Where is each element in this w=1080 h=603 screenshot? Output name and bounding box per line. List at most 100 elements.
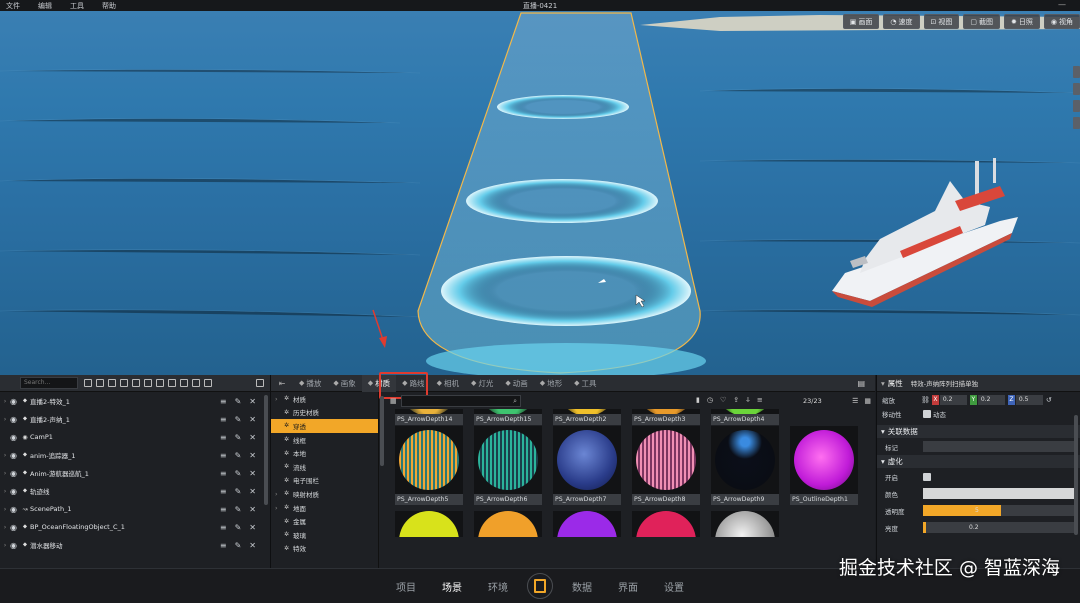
chevron-right-icon[interactable]: ›: [275, 490, 284, 498]
tag-field[interactable]: [923, 441, 1078, 452]
close-icon[interactable]: ✕: [249, 433, 256, 442]
sort-az-icon[interactable]: ↆ: [746, 396, 750, 405]
details-icon[interactable]: ≡: [220, 415, 227, 424]
details-icon[interactable]: ≡: [220, 487, 227, 496]
chevron-right-icon[interactable]: ›: [275, 504, 284, 512]
opacity-slider[interactable]: 5: [923, 505, 1078, 516]
edit-icon[interactable]: ✎: [235, 433, 242, 442]
visibility-eye-icon[interactable]: ◉: [10, 415, 20, 424]
tab-animation[interactable]: ◆ 动画: [499, 375, 533, 392]
enable-checkbox[interactable]: [923, 472, 931, 481]
material-card[interactable]: PS_ArrowDepth2: [553, 409, 621, 425]
expand-arrow-icon[interactable]: ›: [0, 397, 10, 405]
nav-settings[interactable]: 设置: [664, 579, 684, 594]
side-tool-1[interactable]: [1073, 66, 1080, 78]
details-icon[interactable]: ≡: [220, 469, 227, 478]
view-button[interactable]: ⊡ 视图: [923, 14, 960, 29]
camera-icon[interactable]: [120, 379, 128, 387]
minimize-icon[interactable]: —: [1058, 0, 1066, 9]
menu-edit[interactable]: 编辑: [38, 1, 52, 11]
tab-camera[interactable]: ◆ 相机: [431, 375, 465, 392]
material-category-item[interactable]: ✲ 线框: [271, 433, 378, 447]
menu-file[interactable]: 文件: [6, 1, 20, 11]
add-icon[interactable]: [96, 379, 104, 387]
grid-view-icon[interactable]: ▦: [864, 397, 871, 405]
expand-arrow-icon[interactable]: ›: [0, 451, 10, 459]
material-card[interactable]: PS_ArrowDepth8: [632, 426, 700, 505]
details-icon[interactable]: ≡: [220, 451, 227, 460]
expand-arrow-icon[interactable]: ›: [0, 523, 10, 531]
material-card[interactable]: [395, 511, 463, 537]
outliner-row[interactable]: › ◉ ⬥ 轨迹线 ≡ ✎ ✕: [0, 482, 270, 500]
sun-button[interactable]: ✹ 日照: [1004, 14, 1040, 29]
material-category-item[interactable]: ✲ 玻璃: [271, 528, 378, 542]
tab-light[interactable]: ◆ 灯光: [465, 375, 499, 392]
material-category-item[interactable]: › ✲ 材质: [271, 392, 378, 406]
color-swatch[interactable]: [923, 488, 1078, 499]
material-card[interactable]: [553, 511, 621, 537]
material-category-item[interactable]: ✲ 流线: [271, 460, 378, 474]
outliner-scrollbar[interactable]: [264, 395, 268, 505]
expand-arrow-icon[interactable]: ›: [0, 487, 10, 495]
image-icon[interactable]: [192, 379, 200, 387]
details-icon[interactable]: ≡: [220, 433, 227, 442]
more-icon[interactable]: ▤: [857, 379, 865, 388]
brightness-slider[interactable]: 0.2: [923, 522, 1078, 533]
material-card[interactable]: PS_ArrowDepth3: [632, 409, 700, 425]
edit-icon[interactable]: ✎: [235, 541, 242, 550]
scene-viewport[interactable]: ▣ 画面 ◔ 速度 ⊡ 视图 ▢ 截图 ✹ 日照 ◉ 视角: [0, 11, 1080, 375]
close-icon[interactable]: ✕: [249, 505, 256, 514]
close-icon[interactable]: ✕: [249, 541, 256, 550]
outliner-row[interactable]: › ◉ ⬥ Anim-游航器巡航_1 ≡ ✎ ✕: [0, 464, 270, 482]
picture-button[interactable]: ▣ 画面: [842, 14, 880, 29]
material-category-item[interactable]: › ✲ 地面: [271, 501, 378, 515]
link-icon[interactable]: [144, 379, 152, 387]
screenshot-button[interactable]: ▢ 截图: [963, 14, 1001, 29]
reset-icon[interactable]: ↺: [1046, 396, 1052, 404]
material-card[interactable]: [474, 511, 542, 537]
material-category-item[interactable]: ✲ 电子围栏: [271, 474, 378, 488]
outliner-row[interactable]: › ◉ ⬥ 潜水器移动 ≡ ✎ ✕: [0, 536, 270, 554]
tree-scrollbar[interactable]: [380, 396, 384, 466]
tab-tool[interactable]: ◆ 工具: [568, 375, 602, 392]
menu-help[interactable]: 帮助: [102, 1, 116, 11]
outliner-search-input[interactable]: Search...: [20, 377, 78, 389]
filter-icon[interactable]: ≡: [757, 396, 763, 405]
close-icon[interactable]: ✕: [249, 469, 256, 478]
tab-route[interactable]: ◆ 路线: [396, 375, 430, 392]
visibility-eye-icon[interactable]: ◉: [10, 505, 20, 514]
focus-icon[interactable]: [108, 379, 116, 387]
lock-icon[interactable]: ⛓: [921, 396, 930, 404]
nav-scene[interactable]: 场景: [442, 579, 462, 594]
side-tool-3[interactable]: [1073, 100, 1080, 112]
tab-material[interactable]: ◆ 材质: [361, 374, 397, 392]
visibility-eye-icon[interactable]: ◉: [10, 541, 20, 550]
material-category-item[interactable]: ✲ 特效: [271, 542, 378, 556]
outliner-row[interactable]: › ◉ ⬥ 直播2-声纳_1 ≡ ✎ ✕: [0, 410, 270, 428]
visibility-eye-icon[interactable]: ◉: [10, 433, 20, 442]
visibility-eye-icon[interactable]: ◉: [10, 469, 20, 478]
visibility-eye-icon[interactable]: ◉: [10, 487, 20, 496]
material-card[interactable]: PS_OutlineDepth1: [790, 426, 858, 505]
edit-icon[interactable]: ✎: [235, 487, 242, 496]
edit-icon[interactable]: ✎: [235, 469, 242, 478]
grid-icon[interactable]: [204, 379, 212, 387]
edit-icon[interactable]: ✎: [235, 397, 242, 406]
close-icon[interactable]: ✕: [249, 451, 256, 460]
list-icon[interactable]: [180, 379, 188, 387]
app-logo[interactable]: [527, 573, 553, 599]
close-icon[interactable]: ✕: [249, 487, 256, 496]
import-icon[interactable]: ⇪: [733, 396, 739, 405]
folder-icon[interactable]: [132, 379, 140, 387]
material-card[interactable]: PS_ArrowDepth15: [474, 409, 542, 425]
expand-arrow-icon[interactable]: ›: [0, 541, 10, 549]
close-icon[interactable]: ✕: [249, 415, 256, 424]
scale-y-field[interactable]: 0.2: [977, 394, 1005, 405]
folder-icon[interactable]: ▦: [390, 397, 397, 405]
details-icon[interactable]: ≡: [220, 523, 227, 532]
material-card[interactable]: PS_ArrowDepth7: [553, 426, 621, 505]
square-icon[interactable]: [156, 379, 164, 387]
expand-arrow-icon[interactable]: ›: [0, 505, 10, 513]
material-category-item[interactable]: ✲ 穿透: [271, 419, 378, 433]
side-tool-2[interactable]: [1073, 83, 1080, 95]
